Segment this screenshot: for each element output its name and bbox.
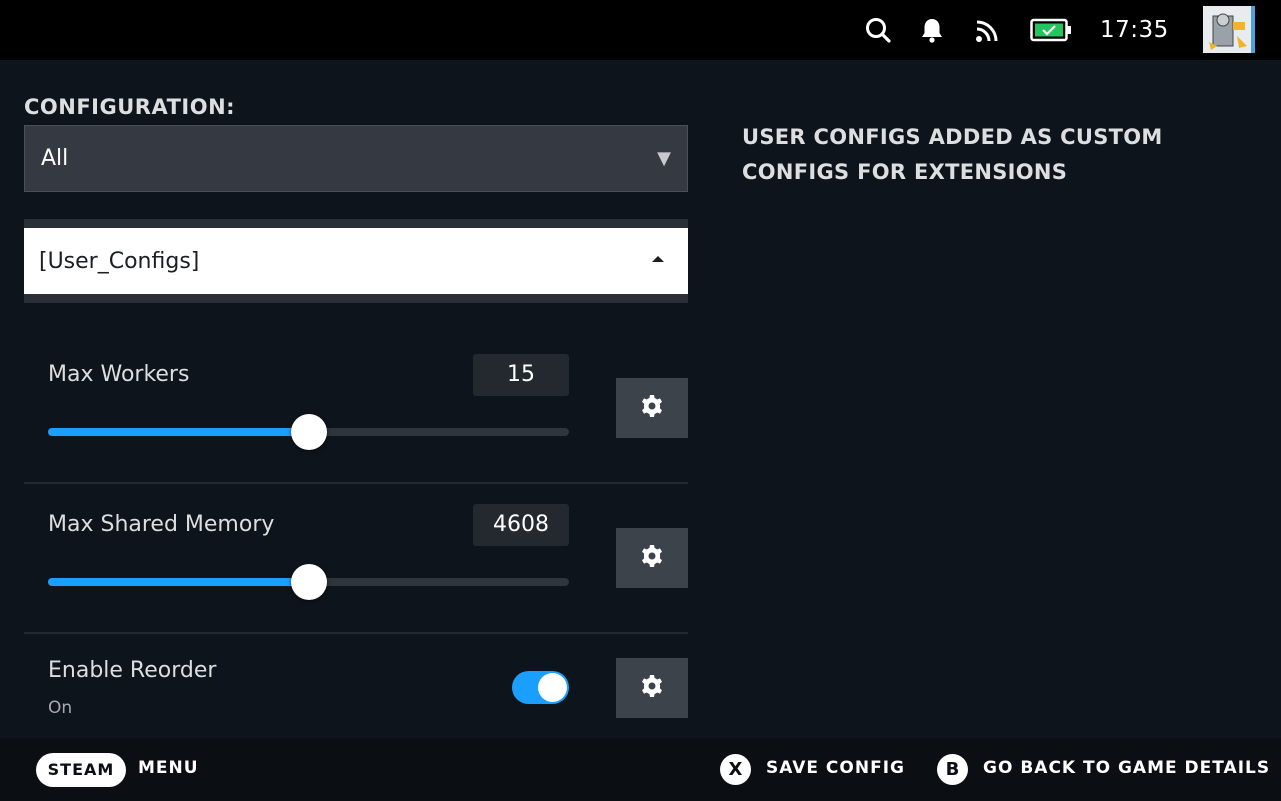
enable-reorder-state: On xyxy=(48,698,73,718)
gear-icon xyxy=(640,674,664,702)
search-icon[interactable] xyxy=(862,0,894,60)
configuration-dropdown[interactable]: All ▼ xyxy=(24,125,688,192)
configuration-selected: All xyxy=(41,146,69,171)
section-selected: [User_Configs] xyxy=(39,248,200,274)
max-shared-memory-slider-thumb[interactable] xyxy=(290,564,327,600)
max-workers-label: Max Workers xyxy=(48,362,190,387)
chevron-down-icon: ▼ xyxy=(657,148,671,169)
steam-button[interactable]: STEAM xyxy=(36,753,126,787)
max-workers-slider-thumb[interactable] xyxy=(290,414,327,450)
avatar[interactable] xyxy=(1203,6,1255,53)
enable-reorder-toggle[interactable] xyxy=(512,671,569,704)
go-back-label[interactable]: GO BACK TO GAME DETAILS xyxy=(983,758,1270,778)
max-shared-memory-label: Max Shared Memory xyxy=(48,512,275,537)
section-dropdown[interactable]: [User_Configs] xyxy=(24,228,688,294)
section-description: USER CONFIGS ADDED AS CUSTOM CONFIGS FOR… xyxy=(742,125,1163,184)
top-bar: 17:35 xyxy=(0,0,1281,60)
b-button-icon[interactable]: B xyxy=(937,754,968,785)
max-shared-memory-value[interactable]: 4608 xyxy=(473,504,569,546)
footer-bar: STEAM MENU X SAVE CONFIG B GO BACK TO GA… xyxy=(0,738,1281,801)
enable-reorder-label: Enable Reorder xyxy=(48,658,217,683)
max-shared-memory-settings-button[interactable] xyxy=(616,528,688,588)
bell-icon[interactable] xyxy=(917,0,947,60)
max-shared-memory-slider-fill xyxy=(48,578,309,586)
configuration-label: CONFIGURATION: xyxy=(24,95,236,119)
divider xyxy=(24,632,688,634)
save-config-label[interactable]: SAVE CONFIG xyxy=(766,758,905,778)
rss-icon[interactable] xyxy=(974,0,1002,60)
toggle-knob xyxy=(538,673,567,702)
enable-reorder-settings-button[interactable] xyxy=(616,658,688,718)
x-button-icon[interactable]: X xyxy=(720,754,751,785)
battery-icon[interactable] xyxy=(1030,0,1072,60)
menu-label[interactable]: MENU xyxy=(138,758,199,778)
max-workers-value[interactable]: 15 xyxy=(473,354,569,396)
max-workers-slider-fill xyxy=(48,428,309,436)
gear-icon xyxy=(640,544,664,572)
divider xyxy=(24,482,688,484)
clock: 17:35 xyxy=(1100,17,1169,43)
max-workers-settings-button[interactable] xyxy=(616,378,688,438)
gear-icon xyxy=(640,394,664,422)
